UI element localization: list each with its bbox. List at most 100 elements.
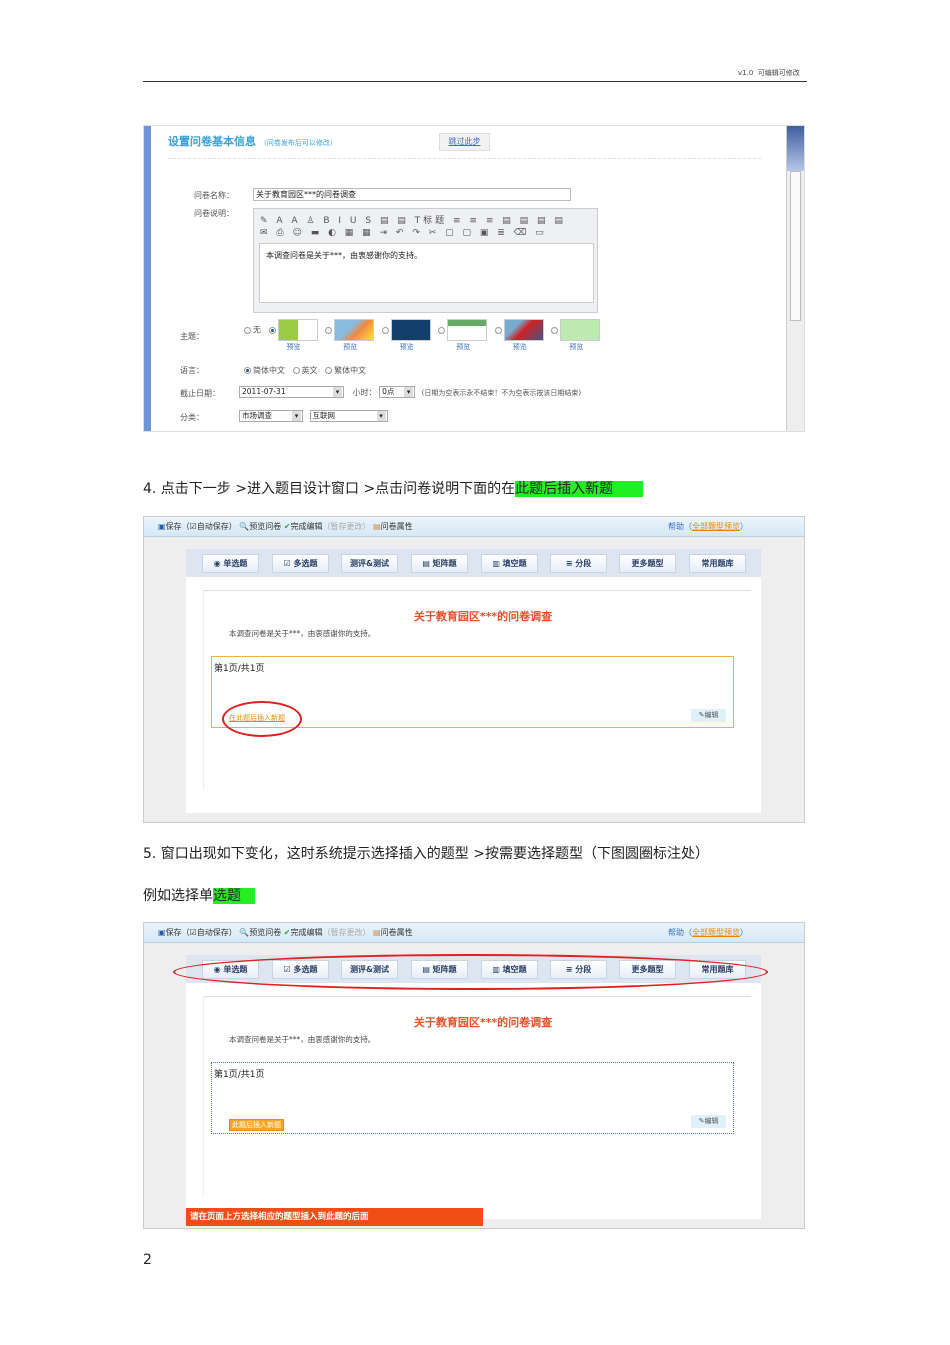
preview-link[interactable]: 预览 (287, 342, 301, 352)
page-label: 第1页/共1页 (214, 1070, 265, 1080)
editor-screenshot-1: ▣保存（☑自动保存） 🔍预览问卷 ✔完成编辑（暂存更改） ▤问卷属性 帮助（全部… (143, 516, 805, 823)
settings-title: 设置问卷基本信息 （问卷发布后可以修改） (168, 135, 337, 148)
save-button[interactable]: 保存 (166, 928, 182, 937)
props-button[interactable]: 问卷属性 (381, 522, 413, 531)
rich-text-editor[interactable]: ✎ A A ♙ B I U S ▤ ▤ T标题 ≡ ≡ ≡ ▤ ▤ ▤ ▤ ✉ … (253, 208, 598, 313)
autosave-checkbox[interactable]: （☑自动保存） (182, 522, 237, 531)
survey-title: 关于教育园区***的问卷调查 (413, 610, 553, 623)
save-icon: ▣ (158, 928, 166, 937)
left-bar (144, 126, 151, 431)
step5-line2: 例如选择单选题 (143, 885, 255, 905)
page-label: 第1页/共1页 (214, 664, 265, 674)
category-label: 分类： (180, 413, 204, 422)
editor-topbar: ▣保存（☑自动保存） 🔍预览问卷 ✔完成编辑（暂存更改） ▤问卷属性 帮助（全部… (144, 517, 804, 537)
finish-button[interactable]: 完成编辑 (291, 522, 323, 531)
page-number: 2 (143, 1252, 152, 1268)
help-link[interactable]: 帮助 (668, 928, 684, 937)
desc-label: 问卷说明： (194, 209, 234, 218)
header-rule (143, 81, 807, 82)
preview-link[interactable]: 预览 (456, 342, 470, 352)
edit-button[interactable]: ✎编辑 (691, 709, 726, 722)
theme-thumb[interactable]: 预览 (447, 319, 488, 351)
theme-none-label: 无 (253, 325, 261, 335)
autosave-checkbox[interactable]: （☑自动保存） (182, 928, 237, 937)
skip-button[interactable]: 跳过此步 (439, 133, 490, 151)
lang-label: 简体中文 (253, 366, 285, 375)
lang-label: 英文 (301, 366, 318, 375)
single-choice-button[interactable]: ◉ 单选题 (202, 554, 259, 573)
page-box (211, 1062, 734, 1134)
theme-thumb[interactable]: 预览 (503, 319, 544, 351)
date-input[interactable]: 2011-07-31 (239, 386, 344, 398)
theme-radio[interactable] (551, 326, 559, 334)
survey-description-textarea[interactable]: 本调查问卷是关于***，由衷感谢你的支持。 (259, 243, 594, 303)
hour-select[interactable]: 0点 (379, 386, 416, 398)
theme-radio[interactable] (494, 326, 502, 334)
props-button[interactable]: 问卷属性 (381, 928, 413, 937)
name-label: 问卷名称： (194, 191, 234, 200)
hour-label: 小时： (352, 387, 377, 397)
survey-description: 本调查问卷是关于***，由衷感谢你的支持。 (229, 1035, 376, 1044)
lang-radio[interactable] (292, 367, 300, 374)
editor-toolbar-row2[interactable]: ✉ ⎙ ☺ ▬ ◐ ▦ ▦ ⇥ ↶ ↷ ✂ ▢ ▢ ▣ ≣ ⌫ ▭ (260, 228, 547, 238)
fill-blank-button[interactable]: ▥ 填空题 (481, 554, 538, 573)
section-button[interactable]: ≡ 分段 (550, 554, 607, 573)
theme-thumb[interactable]: 预览 (560, 319, 601, 351)
more-types-button[interactable]: 更多题型 (619, 554, 676, 573)
theme-thumb[interactable]: 预览 (390, 319, 431, 351)
scrollbar[interactable] (786, 126, 804, 431)
theme-radio[interactable] (438, 326, 446, 334)
finish-button[interactable]: 完成编辑 (291, 928, 323, 937)
editor-screenshot-2: ▣保存（☑自动保存） 🔍预览问卷 ✔完成编辑（暂存更改） ▤问卷属性 帮助（全部… (143, 922, 805, 1229)
survey-name-input[interactable]: 关于教育园区***的问卷调查 (253, 188, 571, 201)
matrix-button[interactable]: ▤ 矩阵题 (411, 554, 468, 573)
question-bank-button[interactable]: 常用题库 (689, 554, 746, 573)
multi-choice-button[interactable]: ☑ 多选题 (272, 554, 329, 573)
preview-icon: 🔍 (239, 522, 250, 531)
language-options: 简体中文 英文 繁体中文 (239, 365, 366, 376)
props-icon: ▤ (373, 522, 381, 531)
editor-topbar: ▣保存（☑自动保存） 🔍预览问卷 ✔完成编辑（暂存更改） ▤问卷属性 帮助（全部… (144, 923, 804, 943)
theme-radio[interactable] (268, 326, 276, 334)
category-select[interactable]: 市场调查 (239, 410, 303, 422)
all-types-link[interactable]: 全部题型预览 (692, 522, 740, 531)
lang-radio[interactable] (244, 367, 251, 374)
lang-radio[interactable] (325, 367, 333, 374)
preview-button[interactable]: 预览问卷 (249, 522, 281, 531)
preview-link[interactable]: 预览 (400, 342, 414, 352)
theme-radio[interactable] (244, 326, 251, 334)
header-version: v1.0 可编辑可修改 (738, 69, 800, 77)
survey-settings-screenshot: 设置问卷基本信息 （问卷发布后可以修改） 跳过此步 问卷名称： 关于教育园区**… (143, 125, 805, 432)
all-types-link[interactable]: 全部题型预览 (692, 928, 740, 937)
save-button[interactable]: 保存 (166, 522, 182, 531)
category-row: 市场调查 互联网 (239, 410, 388, 422)
subcategory-select[interactable]: 互联网 (309, 410, 388, 422)
theme-radio[interactable] (381, 326, 389, 334)
preview-link[interactable]: 预览 (343, 342, 357, 352)
check-icon: ✔ (283, 522, 291, 531)
preview-link[interactable]: 预览 (513, 342, 527, 352)
step5-line1: 5. 窗口出现如下变化，这时系统提示选择插入的题型 >按需要选择题型（下图圆圈标… (143, 846, 709, 862)
divider (168, 158, 761, 159)
theme-thumb[interactable]: 预览 (334, 319, 375, 351)
preview-link[interactable]: 预览 (569, 342, 583, 352)
red-circle-annotation (173, 954, 768, 990)
theme-label: 主题： (180, 332, 204, 341)
save-icon: ▣ (158, 522, 166, 531)
lang-label: 繁体中文 (334, 366, 367, 375)
assessment-button[interactable]: 测评&测试 (341, 554, 398, 573)
finish-note: （暂存更改） (322, 522, 371, 531)
check-icon: ✔ (283, 928, 291, 937)
theme-radio[interactable] (325, 326, 333, 334)
insert-question-marker[interactable]: 此题后插入新题 (229, 1119, 284, 1131)
date-row: 2011-07-31 小时： 0点 (日期为空表示永不结束！不为空表示按该日期结… (239, 386, 581, 398)
preview-icon: 🔍 (239, 928, 250, 937)
props-icon: ▤ (373, 928, 381, 937)
theme-options: 无 预览 预览 预览 预览 预览 预览 (239, 319, 601, 351)
edit-button[interactable]: ✎编辑 (691, 1115, 726, 1128)
survey-title: 关于教育园区***的问卷调查 (413, 1016, 553, 1029)
preview-button[interactable]: 预览问卷 (249, 928, 281, 937)
theme-thumb[interactable]: 预览 (277, 319, 318, 351)
editor-toolbar-row1[interactable]: ✎ A A ♙ B I U S ▤ ▤ T标题 ≡ ≡ ≡ ▤ ▤ ▤ ▤ (260, 213, 566, 226)
help-link[interactable]: 帮助 (668, 522, 684, 531)
